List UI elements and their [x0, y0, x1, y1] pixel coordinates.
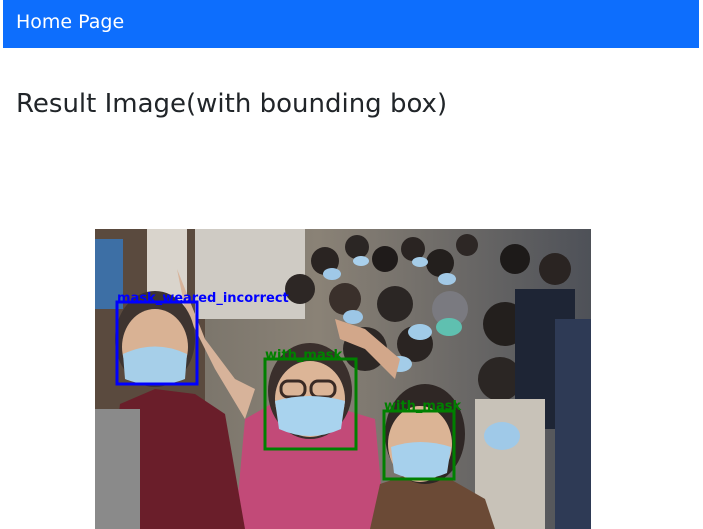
navbar-brand-home-link[interactable]: Home Page [16, 11, 124, 33]
page-title: Result Image(with bounding box) [16, 89, 448, 119]
bbox-label-mask-weared-incorrect: mask_weared_incorrect [117, 291, 289, 306]
bbox-label-with-mask-2: with_mask [384, 399, 461, 414]
navbar: Home Page [3, 0, 699, 48]
result-image: mask_weared_incorrect with_mask with_mas… [95, 229, 591, 529]
bbox-label-with-mask-1: with_mask [265, 348, 342, 363]
